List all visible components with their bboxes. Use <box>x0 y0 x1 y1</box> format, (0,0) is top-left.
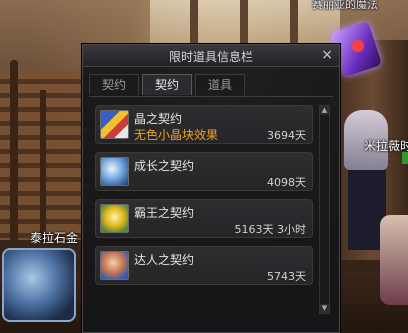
timed-item-info-panel: 限时道具信息栏 × 契约 契约 道具 晶之契约 无色小晶块效果 3694天 成长… <box>82 44 340 333</box>
scroll-down-arrow-icon[interactable]: ▼ <box>320 304 329 313</box>
tab-bar: 契约 契约 道具 <box>89 74 248 96</box>
item-name: 霸王之契约 <box>134 206 195 220</box>
list-item[interactable]: 成长之契约 4098天 <box>95 152 313 191</box>
item-remaining-time: 5163天 3小时 <box>234 223 307 236</box>
tab-divider <box>89 96 333 97</box>
tab-items[interactable]: 道具 <box>195 74 245 95</box>
scroll-up-arrow-icon[interactable]: ▲ <box>320 106 329 115</box>
list-item[interactable]: 达人之契约 5743天 <box>95 246 313 285</box>
item-effect: 无色小晶块效果 <box>134 128 219 142</box>
item-name: 达人之契约 <box>134 253 195 267</box>
contract-list: 晶之契约 无色小晶块效果 3694天 成长之契约 4098天 霸王之契约 516… <box>95 105 313 293</box>
scene-top-label: 赛丽亚的魔法 <box>312 0 378 11</box>
tab-contract-1[interactable]: 契约 <box>89 74 139 95</box>
npc-name-label: 泰拉石金 <box>30 231 79 245</box>
list-item[interactable]: 霸王之契约 5163天 3小时 <box>95 199 313 238</box>
list-item[interactable]: 晶之契约 无色小晶块效果 3694天 <box>95 105 313 144</box>
crystal-notification-dot <box>352 40 364 52</box>
item-name: 晶之契约 <box>134 112 183 126</box>
stair-railing <box>10 60 18 250</box>
crystal-contract-icon <box>100 110 129 139</box>
treasure-chest[interactable] <box>2 248 76 322</box>
player-character[interactable] <box>380 215 408 305</box>
growth-contract-icon <box>100 157 129 186</box>
panel-title-bar[interactable]: 限时道具信息栏 × <box>83 45 339 67</box>
item-remaining-time: 4098天 <box>267 176 306 189</box>
close-button[interactable]: × <box>321 46 333 64</box>
item-name: 成长之契约 <box>134 159 195 173</box>
expert-contract-icon <box>100 251 129 280</box>
panel-title: 限时道具信息栏 <box>168 50 253 64</box>
item-remaining-time: 5743天 <box>267 270 306 283</box>
npc-status-badge <box>402 152 408 164</box>
list-scrollbar[interactable]: ▲ ▼ <box>319 105 330 314</box>
item-remaining-time: 3694天 <box>267 129 306 142</box>
tab-contract-2[interactable]: 契约 <box>142 74 192 95</box>
overlord-contract-icon <box>100 204 129 233</box>
